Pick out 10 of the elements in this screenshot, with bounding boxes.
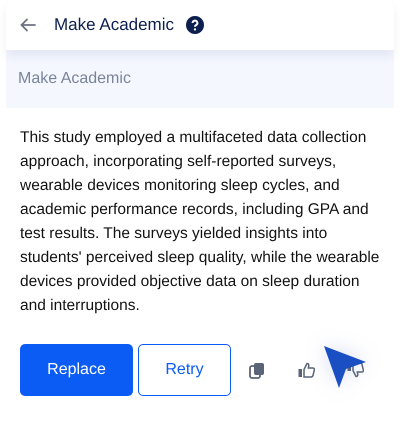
copy-icon[interactable] bbox=[249, 362, 265, 378]
retry-button[interactable]: Retry bbox=[138, 344, 231, 396]
thumbs-up-icon[interactable] bbox=[298, 362, 315, 378]
pointer-cursor-icon bbox=[322, 344, 368, 390]
input-field[interactable]: Make Academic bbox=[6, 50, 394, 108]
page-title: Make Academic bbox=[54, 15, 174, 35]
back-arrow-icon[interactable] bbox=[20, 18, 36, 32]
help-icon[interactable] bbox=[186, 16, 204, 34]
replace-button[interactable]: Replace bbox=[20, 344, 133, 396]
result-text: This study employed a multifaceted data collection approach, incorporating self-reported surveys, wearable devices monitoring sleep cycles, and academic performance records, including GPA and test results. The surveys yielded insights into students' perceived sleep quality, while the wearable devices provided objective data on sleep duration and interruptions. bbox=[20, 128, 380, 316]
